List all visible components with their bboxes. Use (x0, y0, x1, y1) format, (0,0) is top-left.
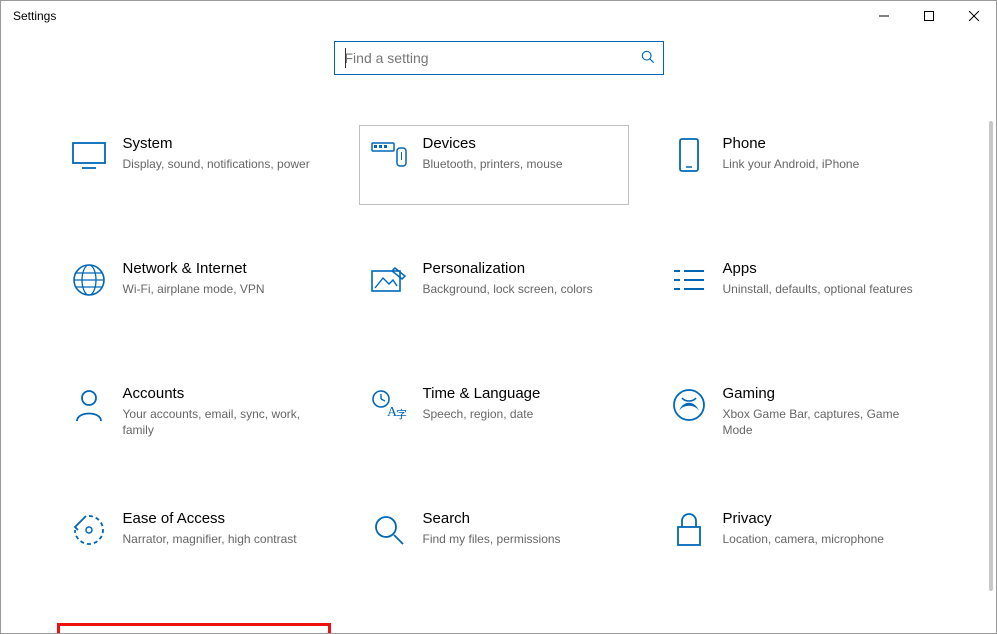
tile-title: Devices (423, 135, 619, 152)
tile-personalization[interactable]: Personalization Background, lock screen,… (359, 250, 629, 330)
search-tile-icon (369, 510, 409, 550)
minimize-icon (879, 11, 889, 21)
tile-text: Network & Internet Wi-Fi, airplane mode,… (123, 260, 319, 297)
accounts-icon (69, 385, 109, 425)
tile-desc: Find my files, permissions (423, 531, 619, 547)
scrollbar[interactable] (989, 121, 993, 591)
tile-privacy[interactable]: Privacy Location, camera, microphone (659, 500, 929, 580)
tile-desc: Narrator, magnifier, high contrast (123, 531, 319, 547)
tile-title: Network & Internet (123, 260, 319, 277)
tile-desc: Display, sound, notifications, power (123, 156, 319, 172)
tile-accounts[interactable]: Accounts Your accounts, email, sync, wor… (59, 375, 329, 455)
ease-of-access-icon (69, 510, 109, 550)
tile-desc: Your accounts, email, sync, work, family (123, 406, 319, 438)
maximize-button[interactable] (906, 1, 951, 31)
tile-system[interactable]: System Display, sound, notifications, po… (59, 125, 329, 205)
system-icon (69, 135, 109, 175)
tile-time-language[interactable]: A字 Time & Language Speech, region, date (359, 375, 629, 455)
close-button[interactable] (951, 1, 996, 31)
tile-desc: Uninstall, defaults, optional features (723, 281, 919, 297)
tile-text: Search Find my files, permissions (423, 510, 619, 547)
tile-apps[interactable]: Apps Uninstall, defaults, optional featu… (659, 250, 929, 330)
tile-desc: Bluetooth, printers, mouse (423, 156, 619, 172)
tile-title: Personalization (423, 260, 619, 277)
tile-title: Apps (723, 260, 919, 277)
window-title: Settings (13, 9, 56, 23)
tile-phone[interactable]: Phone Link your Android, iPhone (659, 125, 929, 205)
tile-text: Apps Uninstall, defaults, optional featu… (723, 260, 919, 297)
tile-text: System Display, sound, notifications, po… (123, 135, 319, 172)
search-input[interactable] (345, 50, 641, 66)
maximize-icon (924, 11, 934, 21)
privacy-icon (669, 510, 709, 550)
tile-network[interactable]: Network & Internet Wi-Fi, airplane mode,… (59, 250, 329, 330)
tile-desc: Speech, region, date (423, 406, 619, 422)
tile-desc: Xbox Game Bar, captures, Game Mode (723, 406, 919, 438)
tile-text: Phone Link your Android, iPhone (723, 135, 919, 172)
tile-title: Gaming (723, 385, 919, 402)
settings-scroll-area[interactable]: System Display, sound, notifications, po… (1, 75, 996, 633)
tile-search[interactable]: Search Find my files, permissions (359, 500, 629, 580)
gaming-icon (669, 385, 709, 425)
titlebar: Settings (1, 1, 996, 31)
search-icon (641, 50, 655, 67)
tile-title: Search (423, 510, 619, 527)
tile-text: Time & Language Speech, region, date (423, 385, 619, 422)
tile-desc: Background, lock screen, colors (423, 281, 619, 297)
tile-text: Gaming Xbox Game Bar, captures, Game Mod… (723, 385, 919, 438)
network-icon (69, 260, 109, 300)
time-language-icon: A字 (369, 385, 409, 425)
devices-icon (369, 135, 409, 175)
tile-text: Personalization Background, lock screen,… (423, 260, 619, 297)
tile-title: Accounts (123, 385, 319, 402)
search-container (1, 41, 996, 75)
tile-title: Time & Language (423, 385, 619, 402)
tile-update-security[interactable]: Update & Security Windows Update, recove… (59, 625, 329, 633)
personalization-icon (369, 260, 409, 300)
tile-desc: Wi-Fi, airplane mode, VPN (123, 281, 319, 297)
tile-desc: Location, camera, microphone (723, 531, 919, 547)
tile-text: Devices Bluetooth, printers, mouse (423, 135, 619, 172)
tile-text: Ease of Access Narrator, magnifier, high… (123, 510, 319, 547)
tile-title: Privacy (723, 510, 919, 527)
settings-window: Settings Syst (0, 0, 997, 634)
tile-text: Privacy Location, camera, microphone (723, 510, 919, 547)
settings-grid: System Display, sound, notifications, po… (59, 75, 939, 633)
tile-title: Ease of Access (123, 510, 319, 527)
tile-text: Accounts Your accounts, email, sync, wor… (123, 385, 319, 438)
tile-title: Phone (723, 135, 919, 152)
phone-icon (669, 135, 709, 175)
window-controls (861, 1, 996, 31)
tile-gaming[interactable]: Gaming Xbox Game Bar, captures, Game Mod… (659, 375, 929, 455)
search-box[interactable] (334, 41, 664, 75)
apps-icon (669, 260, 709, 300)
tile-title: System (123, 135, 319, 152)
text-caret (345, 48, 346, 68)
minimize-button[interactable] (861, 1, 906, 31)
tile-desc: Link your Android, iPhone (723, 156, 919, 172)
tile-ease-of-access[interactable]: Ease of Access Narrator, magnifier, high… (59, 500, 329, 580)
svg-text:字: 字 (396, 407, 407, 421)
close-icon (969, 11, 979, 21)
tile-devices[interactable]: Devices Bluetooth, printers, mouse (359, 125, 629, 205)
